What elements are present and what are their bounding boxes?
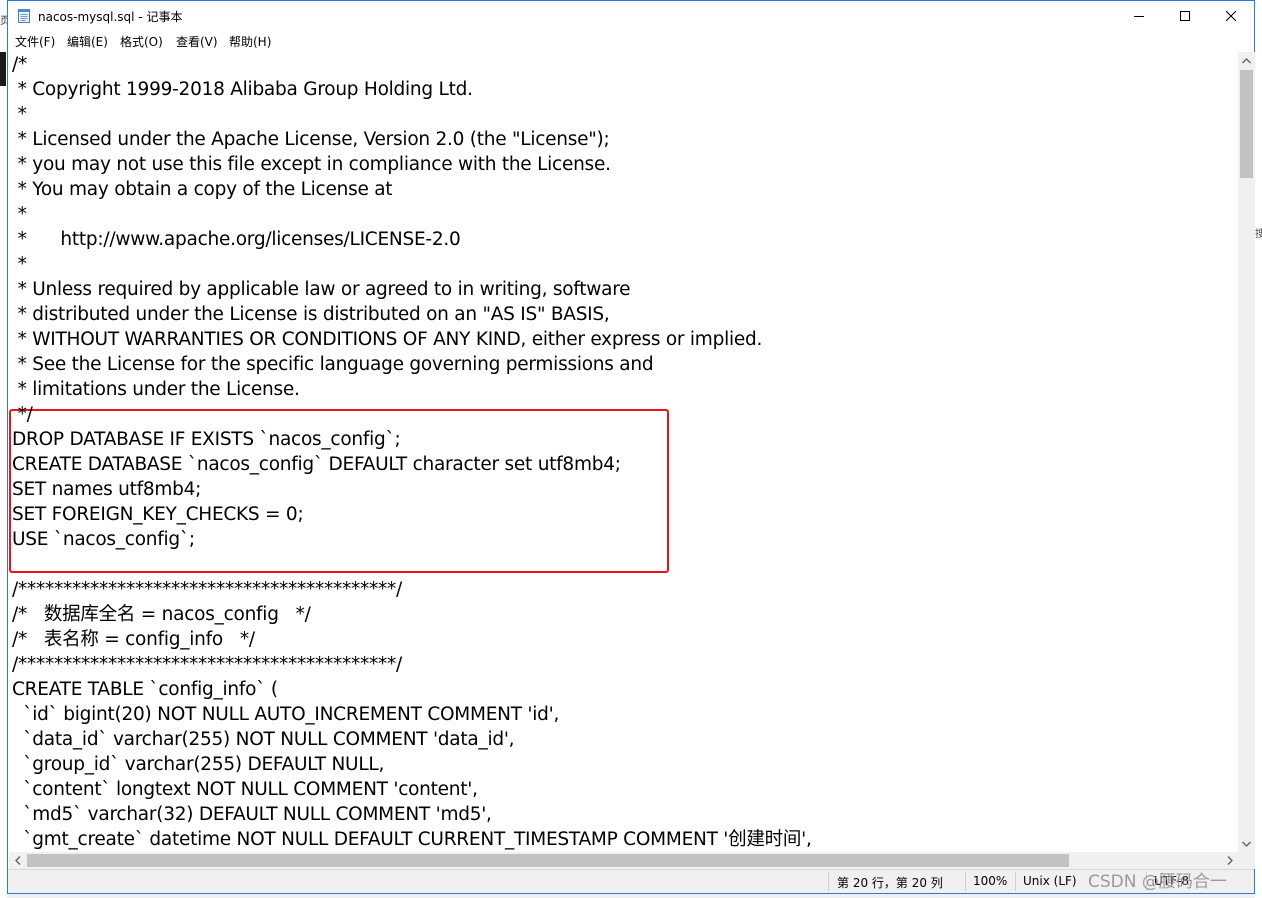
minimize-button[interactable] — [1116, 1, 1162, 31]
code-line: */ — [12, 404, 33, 425]
vertical-scrollbar[interactable] — [1238, 52, 1255, 852]
status-divider — [965, 872, 966, 891]
chevron-up-icon — [1242, 57, 1251, 63]
vertical-scroll-thumb[interactable] — [1240, 70, 1253, 178]
text-editor-area[interactable]: /* * Copyright 1999-2018 Alibaba Group H… — [9, 52, 1238, 852]
background-page-edge-right: 搜 — [1255, 0, 1262, 898]
code-line: `content` longtext NOT NULL COMMENT 'con… — [12, 779, 478, 800]
code-line: `group_id` varchar(255) DEFAULT NULL, — [12, 754, 385, 775]
code-line: * — [12, 104, 27, 125]
background-glyph: 搜 — [1255, 229, 1262, 240]
menu-file[interactable]: 文件(F) — [15, 33, 55, 50]
menu-help[interactable]: 帮助(H) — [229, 33, 271, 50]
code-line: CREATE DATABASE `nacos_config` DEFAULT c… — [12, 454, 621, 475]
scroll-left-button[interactable] — [9, 852, 26, 869]
scrollbar-corner — [1238, 852, 1255, 869]
line-ending: Unix (LF) — [1023, 874, 1077, 888]
code-line: * Licensed under the Apache License, Ver… — [12, 129, 610, 150]
menu-edit[interactable]: 编辑(E) — [67, 33, 108, 50]
code-line: * See the License for the specific langu… — [12, 354, 654, 375]
close-icon — [1226, 11, 1236, 21]
status-bar: 第 20 行，第 20 列 100% Unix (LF) UTF-8 — [8, 869, 1254, 893]
chevron-left-icon — [14, 856, 20, 865]
code-line: `gmt_create` datetime NOT NULL DEFAULT C… — [12, 829, 812, 850]
code-line: * Copyright 1999-2018 Alibaba Group Hold… — [12, 79, 473, 100]
chevron-down-icon — [1242, 841, 1251, 847]
title-bar[interactable]: nacos-mysql.sql - 记事本 — [8, 1, 1254, 31]
background-dark-block — [0, 52, 6, 86]
code-line: CREATE TABLE `config_info` ( — [12, 679, 278, 700]
status-divider — [1015, 872, 1016, 891]
window-title: nacos-mysql.sql - 记事本 — [38, 10, 183, 24]
maximize-button[interactable] — [1162, 1, 1208, 31]
scroll-up-button[interactable] — [1238, 52, 1255, 69]
zoom-level: 100% — [973, 874, 1008, 888]
menu-format[interactable]: 格式(O) — [120, 33, 163, 50]
code-line: * you may not use this file except in co… — [12, 154, 611, 175]
maximize-icon — [1180, 11, 1190, 21]
menu-view[interactable]: 查看(V) — [176, 33, 218, 50]
code-line: * You may obtain a copy of the License a… — [12, 179, 393, 200]
horizontal-scroll-thumb[interactable] — [27, 854, 1069, 867]
background-page-edge-left: 页 — [0, 0, 10, 898]
csdn-watermark: CSDN @腰码合一 — [1088, 872, 1227, 892]
code-line: DROP DATABASE IF EXISTS `nacos_config`; — [12, 429, 401, 450]
status-divider — [828, 872, 829, 891]
code-line: * WITHOUT WARRANTIES OR CONDITIONS OF AN… — [12, 329, 763, 350]
code-line: * limitations under the License. — [12, 379, 300, 400]
code-line: * — [12, 254, 27, 275]
code-line: * Unless required by applicable law or a… — [12, 279, 631, 300]
code-line: * http://www.apache.org/licenses/LICENSE… — [12, 229, 461, 250]
code-line: * — [12, 204, 27, 225]
code-line: /***************************************… — [12, 579, 402, 600]
code-line: /* 数据库全名 = nacos_config */ — [12, 604, 311, 625]
horizontal-scrollbar[interactable] — [9, 852, 1238, 869]
code-line: /* 表名称 = config_info */ — [12, 629, 255, 650]
menu-bar: 文件(F) 编辑(E) 格式(O) 查看(V) 帮助(H) — [8, 31, 1254, 51]
notepad-window: nacos-mysql.sql - 记事本 文件(F) 编辑(E) 格式(O) … — [7, 0, 1255, 894]
code-line: /* — [12, 54, 27, 75]
chevron-right-icon — [1227, 856, 1233, 865]
notepad-icon — [18, 9, 30, 23]
code-line: SET names utf8mb4; — [12, 479, 202, 500]
scroll-down-button[interactable] — [1238, 835, 1255, 852]
code-line: `data_id` varchar(255) NOT NULL COMMENT … — [12, 729, 515, 750]
cursor-position: 第 20 行，第 20 列 — [837, 876, 943, 890]
close-button[interactable] — [1208, 1, 1254, 31]
code-line: USE `nacos_config`; — [12, 529, 195, 550]
minimize-icon — [1134, 16, 1144, 17]
code-line: /***************************************… — [12, 654, 402, 675]
code-line: `md5` varchar(32) DEFAULT NULL COMMENT '… — [12, 804, 492, 825]
code-line: SET FOREIGN_KEY_CHECKS = 0; — [12, 504, 304, 525]
code-line: `id` bigint(20) NOT NULL AUTO_INCREMENT … — [12, 704, 560, 725]
code-line: * distributed under the License is distr… — [12, 304, 610, 325]
